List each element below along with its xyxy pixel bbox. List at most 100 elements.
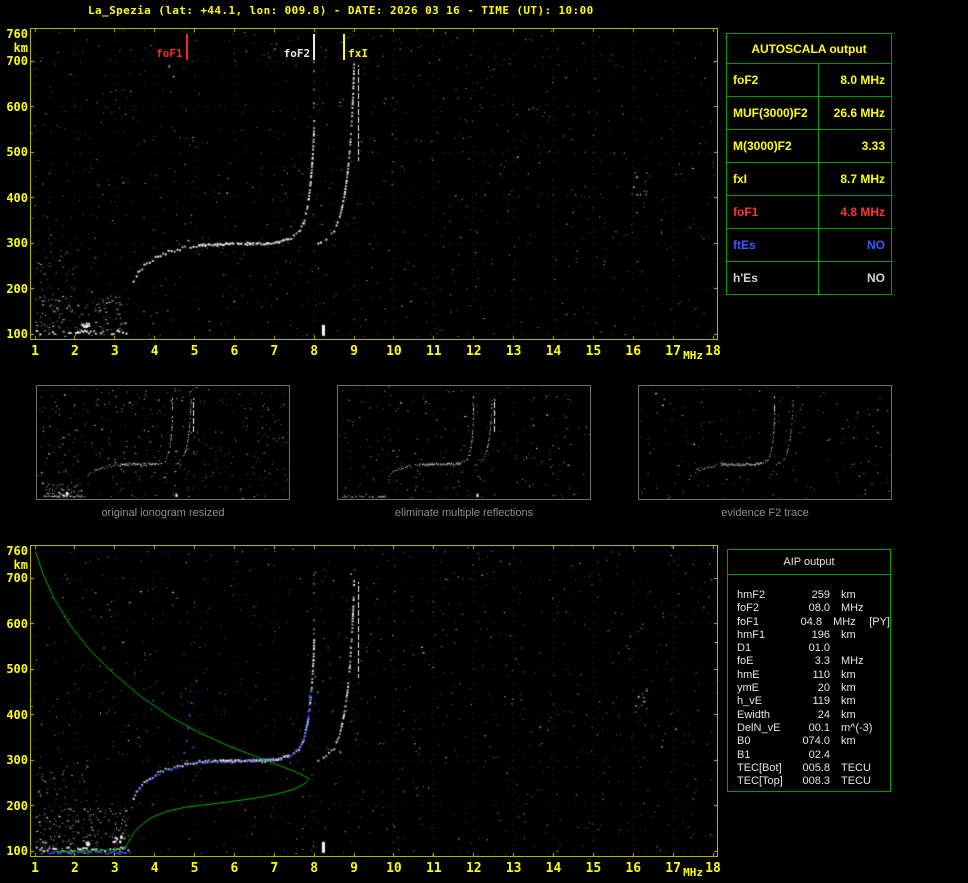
aip-param-extra [875, 762, 880, 775]
aip-row: D1 01.0 [728, 642, 890, 655]
aip-row: TEC[Bot] 005.8 TECU [728, 762, 890, 775]
x-tick-label: 8 [310, 861, 319, 876]
fxi-marker-line [343, 34, 346, 60]
autoscala-row: fxI 8.7 MHz [726, 162, 892, 196]
aip-param-extra [875, 722, 880, 735]
aip-param-value: 08.0 [808, 602, 830, 615]
x-tick-label: 9 [350, 344, 358, 359]
autoscala-param-label: foF1 [726, 195, 819, 229]
aip-param-extra [875, 602, 880, 615]
aip-param-value: 02.4 [808, 748, 830, 761]
autoscala-param-value: 4.8 MHz [818, 195, 892, 229]
y-tick-label: 500 [6, 662, 28, 677]
x-tick-label: 9 [350, 861, 358, 876]
autoscala-window: La_Spezia (lat: +44.1, lon: 009.8) - DAT… [0, 0, 968, 883]
y-tick-label: 400 [6, 707, 28, 722]
ionogram-canvas-top [31, 29, 717, 339]
autoscala-param-label: M(3000)F2 [726, 129, 819, 163]
aip-param-unit [830, 749, 875, 762]
y-tick-label: 100 [6, 844, 28, 858]
aip-param-label: B0 [737, 735, 751, 748]
x-tick-label: 16 [625, 861, 642, 876]
aip-param-extra [875, 775, 880, 788]
x-tick-label: 1 [31, 344, 39, 359]
aip-param-label: ymE [737, 682, 759, 695]
aip-output-box: AIP output hmF2 259 km foF2 08.0 MHz foF1 04.8 M… [727, 549, 891, 792]
aip-row: B1 02.4 [728, 749, 890, 762]
aip-param-value: 259 [811, 589, 830, 601]
x-tick-label: 14 [545, 861, 562, 876]
x-tick-label: 17 [665, 344, 681, 359]
x-tick-label: 10 [386, 861, 402, 876]
aip-output-title: AIP output [783, 556, 835, 568]
autoscala-row: M(3000)F2 3.33 [726, 129, 892, 163]
aip-param-extra [875, 695, 880, 708]
autoscala-param-value: 3.33 [818, 129, 892, 163]
x-tick-label: 10 [386, 344, 402, 359]
aip-row: h_vE 119 km [728, 695, 890, 708]
x-tick-label: 2 [70, 344, 79, 359]
x-tick-label: 5 [190, 861, 199, 876]
aip-param-label: hmE [737, 668, 760, 681]
y-tick-label: 200 [6, 281, 28, 296]
x-tick-label: 1 [31, 861, 39, 876]
aip-row: ymE 20 km [728, 682, 890, 695]
aip-param-extra [875, 655, 880, 668]
aip-param-extra [875, 629, 880, 642]
x-tick-label: 11 [425, 344, 442, 359]
aip-row: hmE 110 km [728, 669, 890, 682]
y-tick-label: 700 [6, 54, 28, 69]
thumbnail-caption-f2: evidence F2 trace [721, 507, 809, 519]
autoscala-param-value: NO [818, 261, 892, 295]
aip-row: TEC[Top] 008.3 TECU [728, 775, 890, 788]
x-tick-label: 15 [585, 344, 602, 359]
aip-param-label: TEC[Top] [737, 775, 783, 788]
x-tick-label: 2 [70, 861, 79, 876]
y-tick-label: 200 [6, 798, 28, 813]
y-tick-label: 600 [6, 99, 28, 114]
autoscala-param-value: 8.0 MHz [818, 63, 892, 97]
autoscala-row: h'Es NO [726, 261, 892, 295]
y-tick-label: 400 [6, 190, 28, 205]
aip-param-unit: km [841, 682, 856, 695]
autoscala-row: foF2 8.0 MHz [726, 63, 892, 97]
x-tick-label: 15 [585, 861, 602, 876]
aip-param-extra [875, 709, 880, 722]
y-tick-label: 600 [6, 616, 28, 631]
thumbnail-caption-original: original ionogram resized [101, 507, 225, 519]
ionogram-panel-top [30, 28, 718, 340]
aip-param-value: 00.1 [808, 721, 830, 734]
x-tick-label: 6 [230, 344, 239, 359]
aip-param-unit: TECU [841, 761, 871, 774]
autoscala-param-label: ftEs [726, 228, 819, 262]
aip-row: B0 074.0 km [728, 735, 890, 748]
x-tick-label: 12 [465, 344, 482, 359]
aip-param-value: 04.8 [800, 615, 823, 628]
aip-row: hmF2 259 km [728, 589, 890, 602]
aip-param-label: B1 [737, 748, 751, 761]
aip-param-extra [875, 669, 880, 682]
aip-param-value: 008.3 [802, 775, 830, 788]
aip-param-unit [830, 642, 875, 655]
aip-param-label: TEC[Bot] [737, 761, 782, 774]
y-tick-label: 760 [6, 27, 28, 41]
autoscala-param-value: 26.6 MHz [818, 96, 892, 130]
aip-param-unit: km [841, 628, 856, 641]
x-tick-label: 12 [465, 861, 482, 876]
aip-param-extra: [PY] [869, 615, 890, 628]
x-tick-label: 3 [110, 861, 119, 876]
aip-row: foE 3.3 MHz [728, 655, 890, 668]
x-tick-label: 18 [705, 861, 721, 876]
x-axis-unit-label: MHz [683, 349, 703, 362]
aip-param-extra [875, 642, 880, 655]
aip-param-unit: TECU [841, 775, 871, 788]
aip-param-value: 24 [817, 708, 830, 721]
aip-param-value: 119 [812, 695, 830, 708]
x-tick-label: 4 [150, 344, 159, 359]
aip-param-unit: km [841, 695, 856, 708]
y-tick-label: 700 [6, 571, 28, 586]
x-tick-label: 18 [705, 344, 721, 359]
aip-param-label: D1 [737, 642, 752, 655]
aip-param-label: hmF2 [737, 589, 766, 601]
aip-param-value: 110 [812, 668, 830, 681]
